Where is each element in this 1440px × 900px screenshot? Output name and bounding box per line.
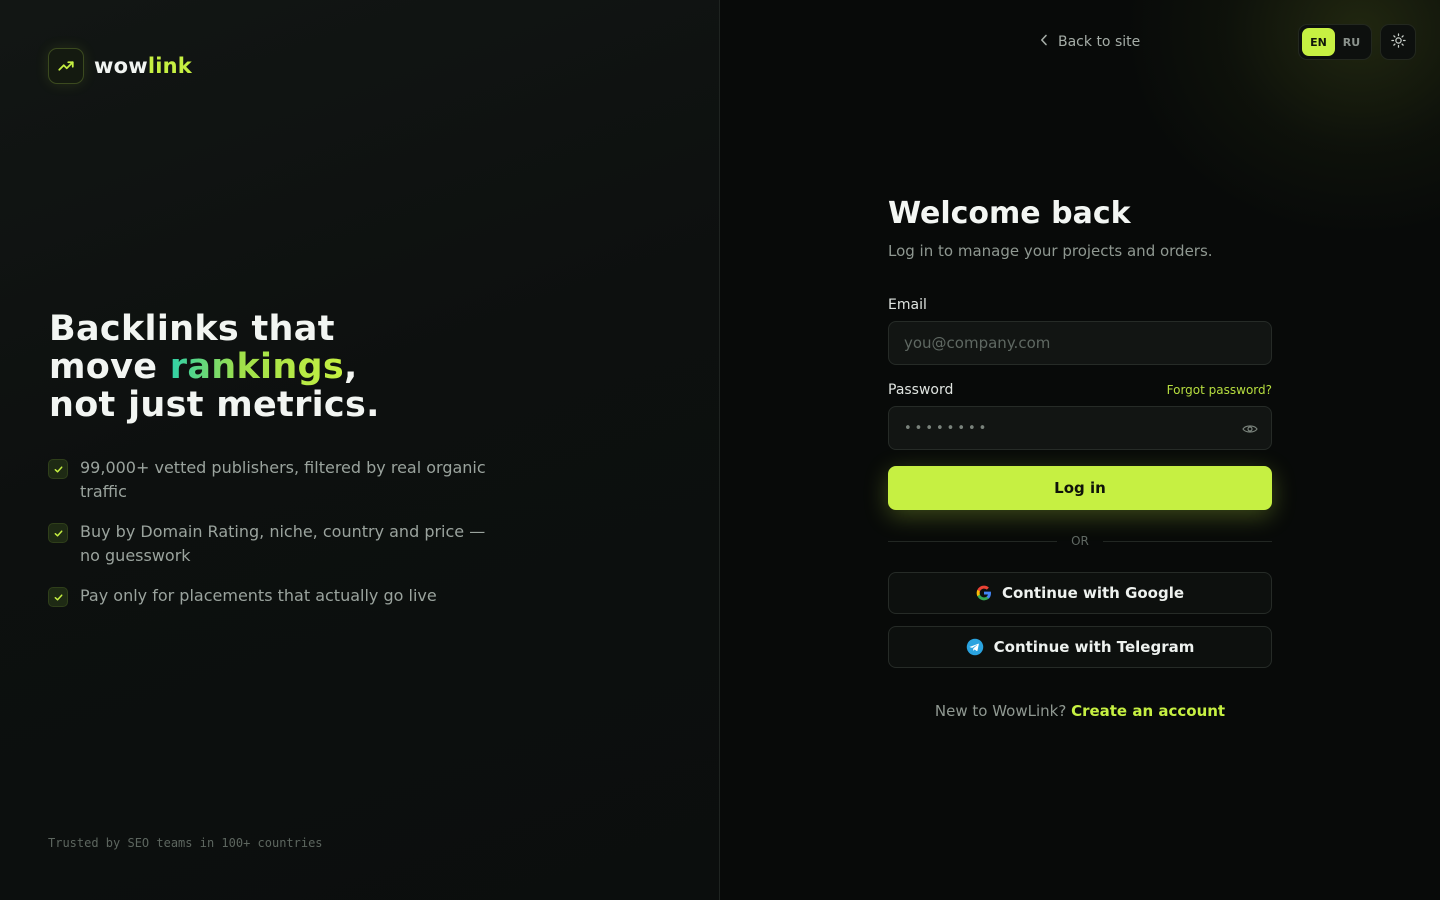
hero-line-2-pre: move xyxy=(49,347,170,387)
check-icon xyxy=(48,523,68,543)
or-separator: OR xyxy=(888,534,1273,548)
eye-icon[interactable] xyxy=(1241,421,1259,437)
login-form: Welcome back Log in to manage your proje… xyxy=(888,196,1273,720)
forgot-password-link[interactable]: Forgot password? xyxy=(1167,383,1272,397)
email-label: Email xyxy=(888,297,927,313)
signup-prompt: New to WowLink? Create an account xyxy=(888,702,1272,720)
feature-item: Buy by Domain Rating, niche, country and… xyxy=(48,520,508,568)
hero-line-2-post: , xyxy=(344,347,358,387)
hero: Backlinks that move rankings, not just m… xyxy=(49,310,380,424)
form-subtitle: Log in to manage your projects and order… xyxy=(888,242,1213,260)
back-to-site-label: Back to site xyxy=(1058,34,1141,50)
feature-text: Buy by Domain Rating, niche, country and… xyxy=(80,522,486,565)
form-title: Welcome back xyxy=(888,196,1131,231)
feature-item: 99,000+ vetted publishers, filtered by r… xyxy=(48,456,508,504)
telegram-login-button[interactable]: Continue with Telegram xyxy=(888,626,1272,668)
language-ru-button[interactable]: RU xyxy=(1335,28,1368,56)
brand-name-part1: wow xyxy=(94,54,148,78)
theme-toggle-button[interactable] xyxy=(1380,24,1416,60)
email-field-wrapper xyxy=(888,321,1272,365)
language-en-button[interactable]: EN xyxy=(1302,28,1335,56)
feature-text: Pay only for placements that actually go… xyxy=(80,586,437,605)
password-label-row: Password Forgot password? xyxy=(888,382,1272,398)
left-panel: wowlink Backlinks that move rankings, no… xyxy=(0,0,719,900)
chevron-left-icon xyxy=(1040,34,1048,50)
hero-headline: Backlinks that move rankings, not just m… xyxy=(49,310,380,424)
brand-name-part2: link xyxy=(147,54,192,78)
login-button[interactable]: Log in xyxy=(888,466,1272,510)
google-icon xyxy=(976,585,992,601)
or-label: OR xyxy=(1071,534,1089,548)
back-to-site-link[interactable]: Back to site xyxy=(1040,32,1140,52)
trusted-note: Trusted by SEO teams in 100+ countries xyxy=(48,836,323,850)
telegram-login-label: Continue with Telegram xyxy=(993,638,1195,656)
right-panel: Back to site EN RU Welcome back Log in t… xyxy=(720,0,1440,900)
create-account-link[interactable]: Create an account xyxy=(1071,702,1225,720)
feature-item: Pay only for placements that actually go… xyxy=(48,584,508,608)
check-icon xyxy=(48,459,68,479)
or-line-right xyxy=(1102,540,1273,542)
telegram-icon xyxy=(966,638,984,656)
password-group: Password Forgot password? xyxy=(888,382,1272,450)
password-label: Password xyxy=(888,382,954,398)
brand-logo[interactable]: wowlink xyxy=(48,48,192,84)
hero-highlight: rankings xyxy=(169,347,345,387)
hero-line-3: not just metrics. xyxy=(49,385,380,425)
language-switcher: EN RU xyxy=(1298,24,1372,60)
email-field[interactable] xyxy=(889,322,1271,364)
feature-text: 99,000+ vetted publishers, filtered by r… xyxy=(80,458,486,501)
or-line-left xyxy=(888,540,1058,542)
google-login-label: Continue with Google xyxy=(1001,584,1185,602)
google-login-button[interactable]: Continue with Google xyxy=(888,572,1272,614)
signup-prompt-text: New to WowLink? xyxy=(934,702,1067,720)
email-group: Email xyxy=(888,294,1272,365)
password-field[interactable] xyxy=(889,407,1271,449)
feature-list: 99,000+ vetted publishers, filtered by r… xyxy=(48,456,508,624)
hero-line-1: Backlinks that xyxy=(49,309,335,349)
trending-up-icon xyxy=(48,48,84,84)
check-icon xyxy=(48,587,68,607)
sun-icon xyxy=(1390,32,1406,52)
brand-name: wowlink xyxy=(94,54,192,78)
password-field-wrapper xyxy=(888,406,1272,450)
